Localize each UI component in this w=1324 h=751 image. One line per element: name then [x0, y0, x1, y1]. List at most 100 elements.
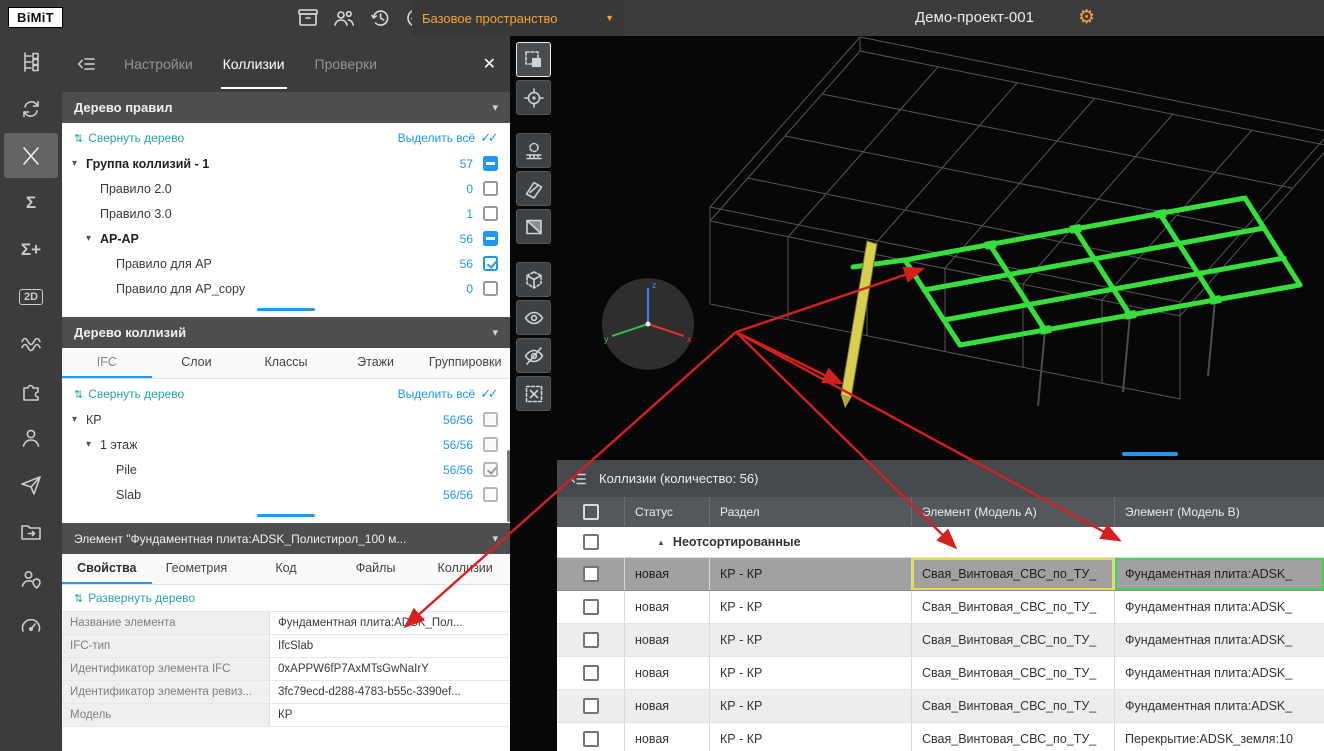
- vp-clear-selection-button[interactable]: [516, 376, 551, 411]
- collapse-group-icon[interactable]: ▲: [657, 538, 665, 547]
- sidebar-item-profile[interactable]: [4, 415, 58, 460]
- sidebar-item-model-tree[interactable]: [4, 39, 58, 84]
- checkbox-disabled[interactable]: [483, 487, 498, 502]
- row-checkbox[interactable]: [583, 566, 599, 582]
- sidebar-item-collisions[interactable]: [4, 133, 58, 178]
- select-all-link[interactable]: Выделить всё ✓✓: [398, 130, 498, 146]
- checkbox-checked[interactable]: [483, 256, 498, 271]
- vp-measure-button[interactable]: [516, 133, 551, 168]
- expander-icon[interactable]: ▾: [86, 439, 100, 450]
- row-checkbox[interactable]: [583, 665, 599, 681]
- tree-item[interactable]: ▾ КР 56/56: [62, 407, 510, 432]
- tree-item[interactable]: Правило 3.0 1: [62, 201, 510, 226]
- group-checkbox[interactable]: [583, 534, 599, 550]
- sidebar-item-publish[interactable]: [4, 462, 58, 507]
- vp-section-plane-button[interactable]: [516, 171, 551, 206]
- table-row[interactable]: новая КР - КР Свая_Винтовая_СВС_по_ТУ_ Ф…: [557, 624, 1324, 657]
- expand-tree-link[interactable]: ⇅ Развернуть дерево: [74, 591, 195, 605]
- sidebar-item-graphs[interactable]: [4, 321, 58, 366]
- panel-scrollbar[interactable]: [507, 450, 510, 522]
- collapse-tree-link[interactable]: ⇅ Свернуть дерево: [74, 131, 184, 145]
- column-model-a[interactable]: Элемент (Модель А): [911, 497, 1114, 527]
- tab-collisions-sub[interactable]: Коллизии: [420, 554, 510, 584]
- users-icon[interactable]: [332, 6, 356, 30]
- tab-settings[interactable]: Настройки: [122, 39, 195, 89]
- vp-hide-button[interactable]: [516, 338, 551, 373]
- tree-item[interactable]: ▾ АР-АР 56: [62, 226, 510, 251]
- vp-focus-button[interactable]: [516, 80, 551, 115]
- expander-icon[interactable]: ▾: [72, 158, 86, 169]
- row-checkbox[interactable]: [583, 599, 599, 615]
- sidebar-item-sync[interactable]: [4, 86, 58, 131]
- viewport[interactable]: z x y Коллизии (количество: 56) Статус: [510, 36, 1324, 751]
- table-menu-icon[interactable]: [569, 470, 587, 488]
- checkbox-disabled[interactable]: [483, 437, 498, 452]
- sidebar-item-sum[interactable]: Σ: [4, 180, 58, 225]
- column-status[interactable]: Статус: [624, 497, 709, 527]
- tree-item[interactable]: Pile 56/56: [62, 457, 510, 482]
- rules-tree-header[interactable]: Дерево правил ▾: [62, 92, 510, 123]
- tree-item[interactable]: Slab 56/56: [62, 482, 510, 507]
- navigation-gizmo[interactable]: z x y: [600, 276, 696, 372]
- vp-select-button[interactable]: [516, 42, 551, 77]
- tree-item[interactable]: Правило для АР_copy 0: [62, 276, 510, 301]
- expander-icon[interactable]: ▾: [72, 414, 86, 425]
- tree-item[interactable]: Правило для АР 56: [62, 251, 510, 276]
- collapse-tree-link[interactable]: ⇅ Свернуть дерево: [74, 387, 184, 401]
- table-row[interactable]: новая КР - КР Свая_Винтовая_СВС_по_ТУ_ Ф…: [557, 591, 1324, 624]
- splitter-handle[interactable]: [1122, 452, 1178, 456]
- vp-clip-box-button[interactable]: [516, 209, 551, 244]
- tree-item[interactable]: ▾ 1 этаж 56/56: [62, 432, 510, 457]
- tab-ifc[interactable]: IFC: [62, 348, 152, 378]
- archive-box-icon[interactable]: [296, 6, 320, 30]
- element-panel-header[interactable]: Элемент "Фундаментная плита:ADSK_Полисти…: [62, 523, 510, 554]
- highlighted-slab[interactable]: [853, 198, 1300, 345]
- close-icon[interactable]: ✕: [483, 54, 496, 74]
- sidebar-item-export[interactable]: [4, 509, 58, 554]
- tree-item[interactable]: Правило 2.0 0: [62, 176, 510, 201]
- tab-checks[interactable]: Проверки: [313, 39, 379, 89]
- collisions-tree-header[interactable]: Дерево коллизий ▾: [62, 317, 510, 348]
- select-all-link[interactable]: Выделить всё ✓✓: [398, 386, 498, 402]
- tree-item[interactable]: ▾ Группа коллизий - 1 57: [62, 151, 510, 176]
- row-checkbox[interactable]: [583, 731, 599, 747]
- checkbox-disabled[interactable]: [483, 412, 498, 427]
- checkbox-checked-disabled[interactable]: [483, 462, 498, 477]
- history-clock-icon[interactable]: [368, 6, 392, 30]
- checkbox-indeterminate[interactable]: [483, 231, 498, 246]
- checkbox[interactable]: [483, 281, 498, 296]
- tab-properties[interactable]: Свойства: [62, 554, 152, 584]
- tab-collisions[interactable]: Коллизии: [221, 39, 287, 89]
- row-checkbox[interactable]: [583, 698, 599, 714]
- workspace-dropdown[interactable]: Базовое пространство ▼: [412, 0, 624, 36]
- table-row[interactable]: новая КР - КР Свая_Винтовая_СВС_по_ТУ_ Ф…: [557, 558, 1324, 591]
- vp-hide-box-button[interactable]: [516, 262, 551, 297]
- column-model-b[interactable]: Элемент (Модель B): [1114, 497, 1324, 527]
- vp-show-button[interactable]: [516, 300, 551, 335]
- sidebar-item-contacts[interactable]: [4, 556, 58, 601]
- tab-files[interactable]: Файлы: [331, 554, 421, 584]
- checkbox[interactable]: [483, 181, 498, 196]
- sidebar-item-sum-plus[interactable]: Σ+: [4, 227, 58, 272]
- tab-floors[interactable]: Этажи: [331, 348, 421, 378]
- sidebar-item-plugins[interactable]: [4, 368, 58, 413]
- table-row[interactable]: новая КР - КР Свая_Винтовая_СВС_по_ТУ_ П…: [557, 723, 1324, 751]
- sidebar-item-dashboard[interactable]: [4, 603, 58, 648]
- tab-classes[interactable]: Классы: [241, 348, 331, 378]
- sidebar-item-2d[interactable]: 2D: [4, 274, 58, 319]
- tab-layers[interactable]: Слои: [152, 348, 242, 378]
- tab-groupings[interactable]: Группировки: [420, 348, 510, 378]
- tab-geometry[interactable]: Геометрия: [152, 554, 242, 584]
- column-section[interactable]: Раздел: [709, 497, 911, 527]
- splitter-handle[interactable]: [257, 308, 315, 311]
- panel-menu-icon[interactable]: [76, 54, 96, 74]
- group-row[interactable]: ▲ Неотсортированные: [557, 527, 1324, 558]
- table-row[interactable]: новая КР - КР Свая_Винтовая_СВС_по_ТУ_ Ф…: [557, 657, 1324, 690]
- row-checkbox[interactable]: [583, 632, 599, 648]
- settings-gear-icon[interactable]: ⚙: [1078, 0, 1095, 36]
- table-row[interactable]: новая КР - КР Свая_Винтовая_СВС_по_ТУ_ Ф…: [557, 690, 1324, 723]
- tab-code[interactable]: Код: [241, 554, 331, 584]
- select-all-checkbox[interactable]: [583, 504, 599, 520]
- expander-icon[interactable]: ▾: [86, 233, 100, 244]
- splitter-handle[interactable]: [257, 514, 315, 517]
